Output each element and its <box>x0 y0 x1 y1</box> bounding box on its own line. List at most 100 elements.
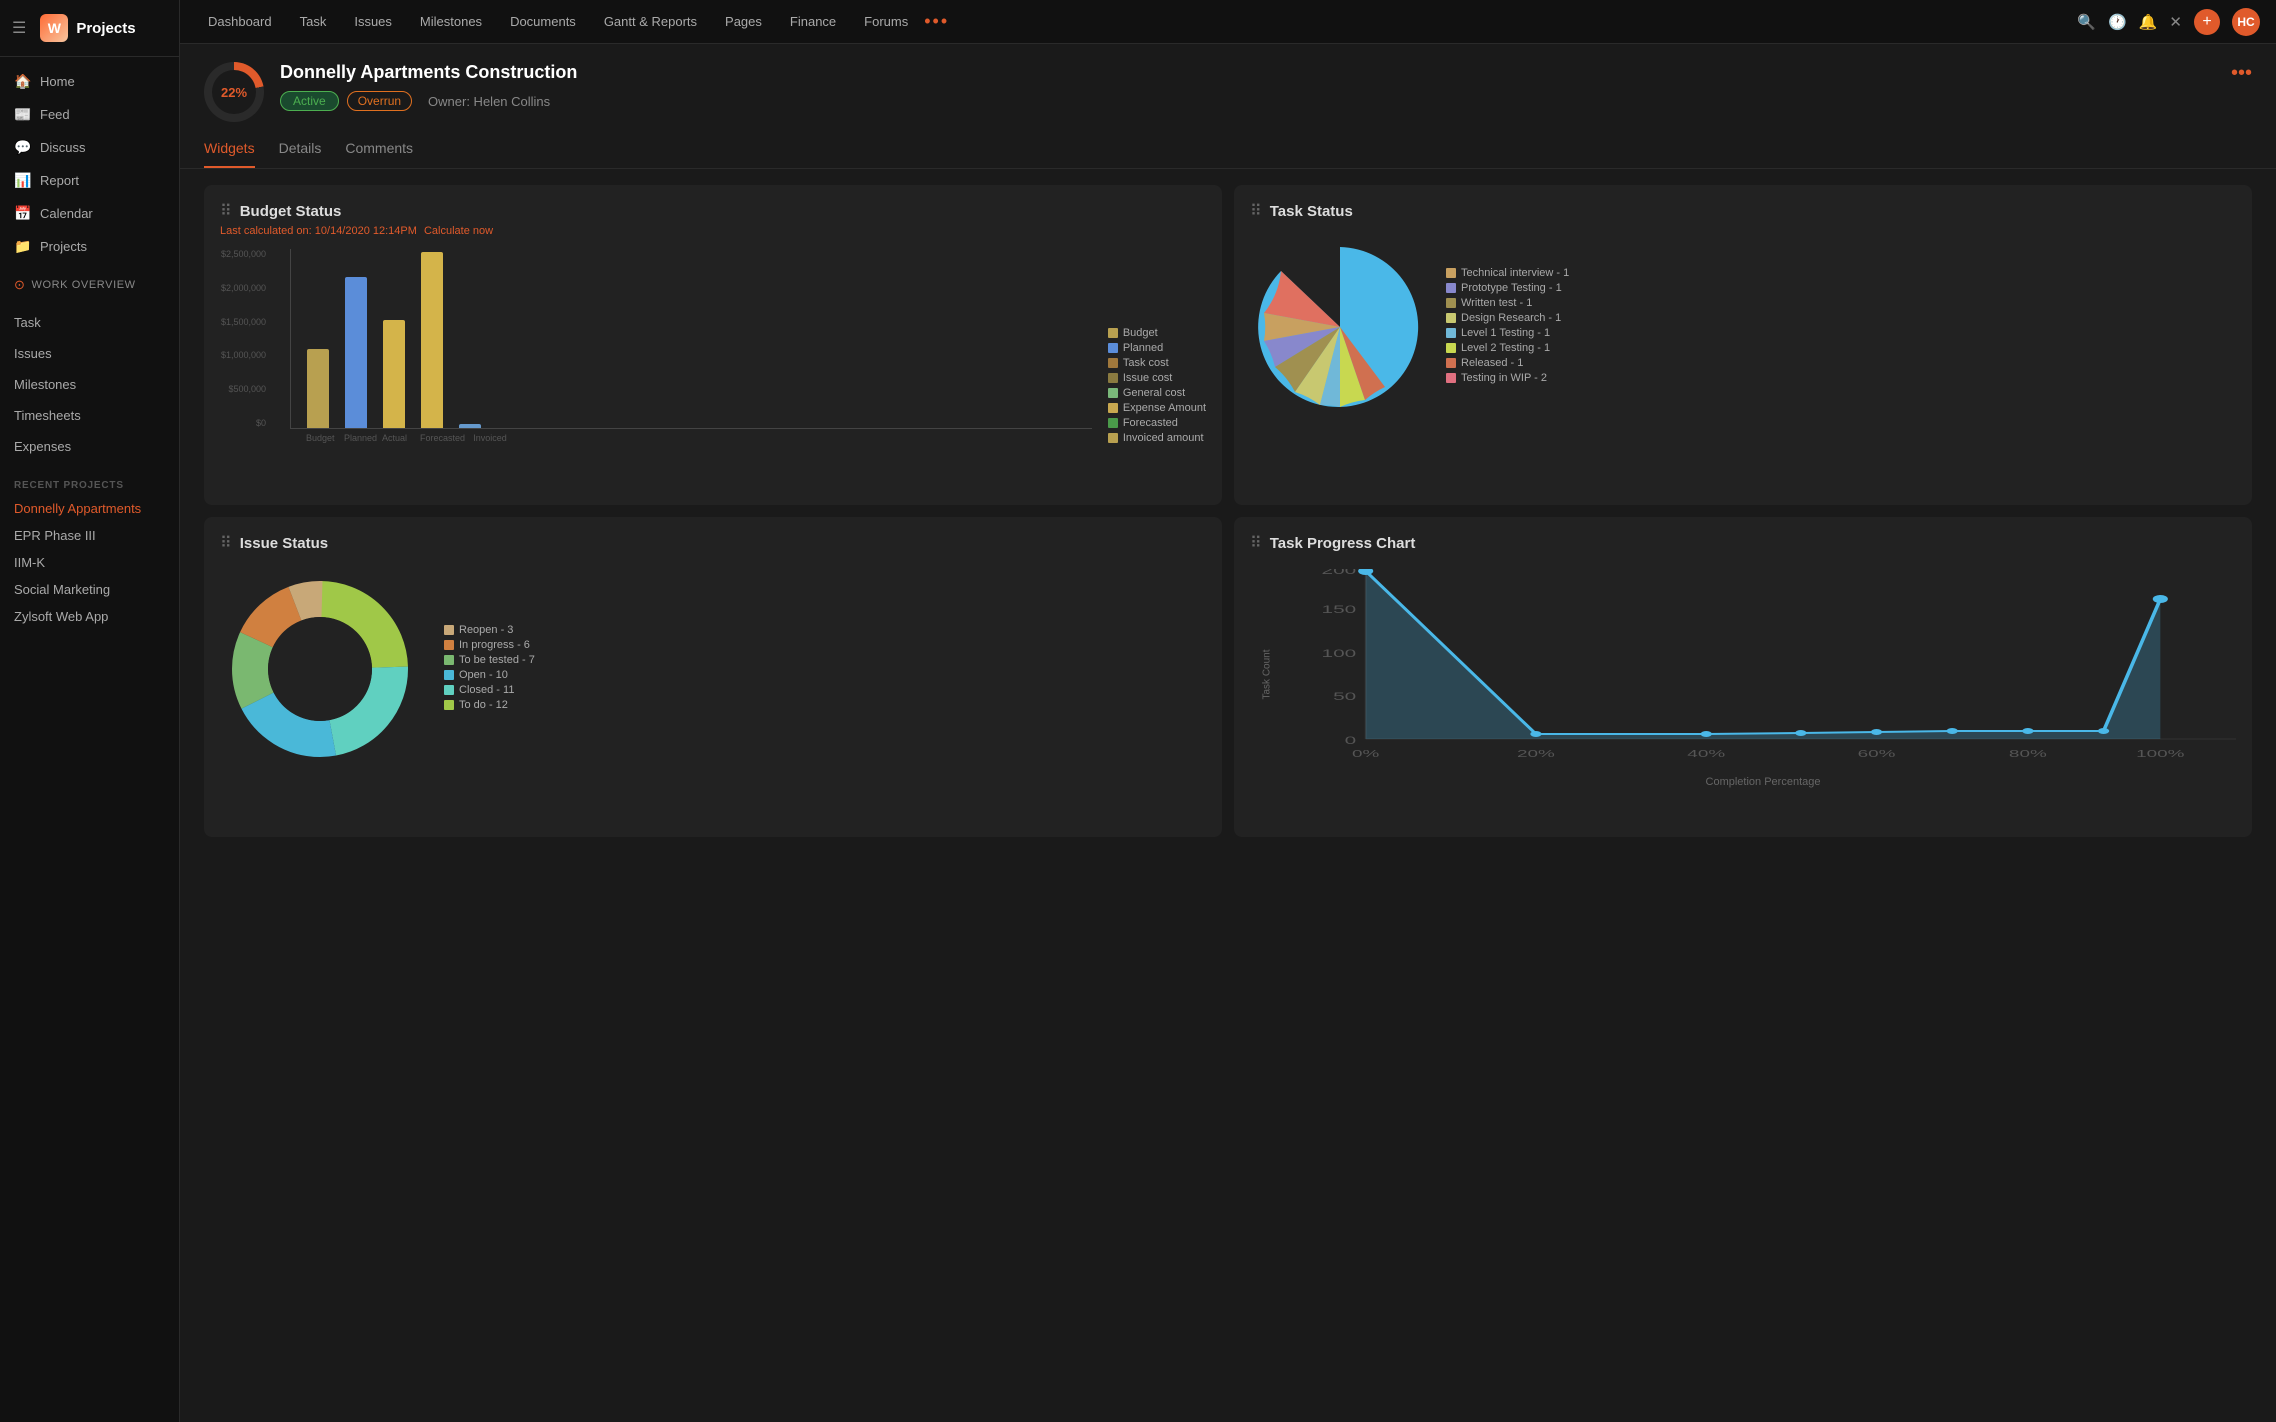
recent-project-3[interactable]: Social Marketing <box>0 576 179 603</box>
task-legend-5: Level 2 Testing - 1 <box>1446 342 1569 354</box>
issues-label: Issues <box>14 346 52 361</box>
issue-legend: Reopen - 3 In progress - 6 To be tested … <box>444 624 535 714</box>
more-menu-button[interactable]: ••• <box>924 11 949 32</box>
x-axis-label: Completion Percentage <box>1290 776 2236 788</box>
nav-dashboard[interactable]: Dashboard <box>196 8 284 35</box>
sidebar-item-projects[interactable]: 📁 Projects <box>0 230 179 263</box>
sidebar-item-task[interactable]: Task <box>0 307 179 338</box>
menu-icon[interactable]: ☰ <box>12 18 26 38</box>
recent-project-0[interactable]: Donnelly Appartments <box>0 495 179 522</box>
sidebar-item-report[interactable]: 📊 Report <box>0 164 179 197</box>
task-legend-3: Design Research - 1 <box>1446 312 1569 324</box>
issue-widget-title: Issue Status <box>240 535 328 552</box>
progress-value: 22% <box>212 70 256 114</box>
legend-label: Level 2 Testing - 1 <box>1461 342 1550 354</box>
projects-icon: 📁 <box>14 238 30 255</box>
bar-group-actual <box>383 320 405 428</box>
drag-icon: ⠿ <box>220 533 232 553</box>
search-icon[interactable]: 🔍 <box>2077 13 2096 31</box>
legend-label: Issue cost <box>1123 372 1173 384</box>
issue-legend-2: To be tested - 7 <box>444 654 535 666</box>
legend-color <box>1446 268 1456 278</box>
recent-project-2[interactable]: IIM-K <box>0 549 179 576</box>
sidebar-item-issues[interactable]: Issues <box>0 338 179 369</box>
nav-issues[interactable]: Issues <box>342 8 404 35</box>
close-icon[interactable]: ✕ <box>2169 13 2182 31</box>
y-label: $2,500,000 <box>221 249 266 259</box>
issue-chart-area: Reopen - 3 In progress - 6 To be tested … <box>220 569 1206 769</box>
tab-details[interactable]: Details <box>279 134 322 168</box>
main-content: Dashboard Task Issues Milestones Documen… <box>180 0 2276 1422</box>
legend-label: Design Research - 1 <box>1461 312 1561 324</box>
nav-task[interactable]: Task <box>288 8 339 35</box>
budget-widget-header: ⠿ Budget Status <box>220 201 1206 221</box>
legend-color <box>444 670 454 680</box>
x-label-forecasted: Forecasted <box>420 433 456 443</box>
nav-pages[interactable]: Pages <box>713 8 774 35</box>
legend-label: Forecasted <box>1123 417 1178 429</box>
calculate-now-link[interactable]: Calculate now <box>424 225 493 237</box>
x-label-actual: Actual <box>382 433 404 443</box>
bar-group-planned <box>345 277 367 428</box>
sidebar-item-label: Calendar <box>40 206 93 221</box>
svg-text:200: 200 <box>1322 569 1357 577</box>
home-icon: 🏠 <box>14 73 30 90</box>
legend-label: Invoiced amount <box>1123 432 1204 444</box>
legend-item-planned: Planned <box>1108 342 1206 354</box>
sidebar-item-discuss[interactable]: 💬 Discuss <box>0 131 179 164</box>
nav-finance[interactable]: Finance <box>778 8 848 35</box>
add-button[interactable]: + <box>2194 9 2220 35</box>
legend-color <box>1108 343 1118 353</box>
tab-comments[interactable]: Comments <box>345 134 413 168</box>
drag-icon: ⠿ <box>1250 533 1262 553</box>
legend-label: Planned <box>1123 342 1163 354</box>
legend-label: Released - 1 <box>1461 357 1523 369</box>
task-label: Task <box>14 315 41 330</box>
sidebar-item-calendar[interactable]: 📅 Calendar <box>0 197 179 230</box>
tab-widgets[interactable]: Widgets <box>204 134 255 168</box>
recent-project-4[interactable]: Zylsoft Web App <box>0 603 179 630</box>
clock-icon[interactable]: 🕐 <box>2108 13 2127 31</box>
svg-text:60%: 60% <box>1858 748 1896 759</box>
legend-item-invoiced: Invoiced amount <box>1108 432 1206 444</box>
budget-widget-title: Budget Status <box>240 203 342 220</box>
top-navigation: Dashboard Task Issues Milestones Documen… <box>180 0 2276 44</box>
task-widget-header: ⠿ Task Status <box>1250 201 2236 221</box>
bar-planned <box>345 277 367 428</box>
app-logo: W <box>40 14 68 42</box>
project-more-button[interactable]: ••• <box>2231 62 2252 85</box>
svg-text:100: 100 <box>1322 647 1357 660</box>
issue-status-widget: ⠿ Issue Status <box>204 517 1222 837</box>
sidebar-item-timesheets[interactable]: Timesheets <box>0 400 179 431</box>
nav-documents[interactable]: Documents <box>498 8 588 35</box>
bar-budget <box>307 349 329 428</box>
project-name: Donnelly Apartments Construction <box>280 62 2215 83</box>
bar-forecasted <box>421 252 443 428</box>
feed-icon: 📰 <box>14 106 30 123</box>
issue-widget-header: ⠿ Issue Status <box>220 533 1206 553</box>
sidebar-item-milestones[interactable]: Milestones <box>0 369 179 400</box>
sidebar-item-expenses[interactable]: Expenses <box>0 431 179 462</box>
sidebar-item-feed[interactable]: 📰 Feed <box>0 98 179 131</box>
task-status-legend: Technical interview - 1 Prototype Testin… <box>1446 267 1569 387</box>
legend-label: Testing in WIP - 2 <box>1461 372 1547 384</box>
user-avatar[interactable]: HC <box>2232 8 2260 36</box>
nav-milestones[interactable]: Milestones <box>408 8 494 35</box>
recent-project-1[interactable]: EPR Phase III <box>0 522 179 549</box>
legend-color <box>1446 358 1456 368</box>
legend-color <box>444 640 454 650</box>
bar-group-invoiced <box>459 424 481 428</box>
y-axis-labels: $2,500,000 $2,000,000 $1,500,000 $1,000,… <box>221 249 266 428</box>
legend-label: Written test - 1 <box>1461 297 1532 309</box>
legend-color <box>1108 403 1118 413</box>
legend-color <box>1108 388 1118 398</box>
y-label: $0 <box>221 418 266 428</box>
expenses-label: Expenses <box>14 439 71 454</box>
nav-gantt[interactable]: Gantt & Reports <box>592 8 709 35</box>
sidebar-item-home[interactable]: 🏠 Home <box>0 65 179 98</box>
legend-label: Budget <box>1123 327 1158 339</box>
nav-forums[interactable]: Forums <box>852 8 920 35</box>
sidebar: ☰ W Projects 🏠 Home 📰 Feed 💬 Discuss 📊 R… <box>0 0 180 1422</box>
bell-icon[interactable]: 🔔 <box>2139 13 2158 31</box>
sidebar-item-label: Discuss <box>40 140 86 155</box>
